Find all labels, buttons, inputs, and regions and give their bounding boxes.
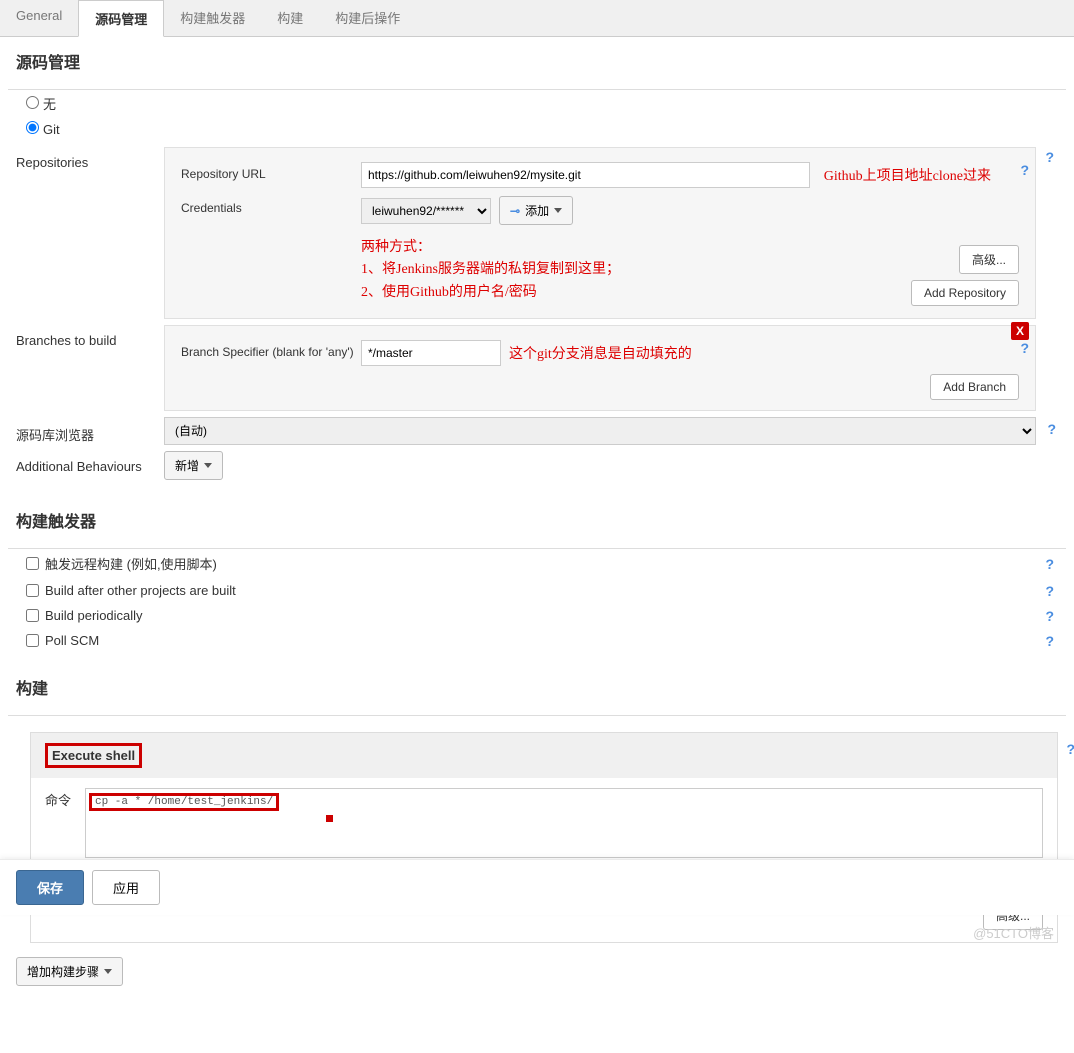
add-credentials-button[interactable]: 添加: [499, 196, 573, 225]
add-branch-button[interactable]: Add Branch: [930, 374, 1019, 400]
branch-panel: X ? Branch Specifier (blank for 'any') 这…: [164, 325, 1036, 411]
trigger-remote-label: 触发远程构建 (例如,使用脚本): [45, 554, 217, 573]
delete-branch-button[interactable]: X: [1011, 322, 1029, 340]
caret-down-icon: [104, 969, 112, 974]
save-button[interactable]: 保存: [16, 870, 84, 905]
add-repository-button[interactable]: Add Repository: [911, 280, 1019, 306]
command-textarea[interactable]: cp -a * /home/test_jenkins/: [85, 788, 1043, 858]
trigger-poll-checkbox[interactable]: [26, 634, 39, 647]
trigger-poll-label: Poll SCM: [45, 633, 99, 648]
credentials-select[interactable]: leiwuhen92/******: [361, 198, 491, 224]
execute-shell-title: Execute shell: [45, 743, 142, 768]
repository-panel: ? Repository URL Github上项目地址clone过来 Cred…: [164, 147, 1036, 319]
branch-specifier-label: Branch Specifier (blank for 'any'): [181, 340, 361, 359]
trigger-periodic-label: Build periodically: [45, 608, 143, 623]
scm-radio-git[interactable]: Git: [26, 122, 60, 137]
repo-browser-label: 源码库浏览器: [16, 417, 164, 444]
annotation-dot: [326, 815, 333, 822]
trigger-after-label: Build after other projects are built: [45, 583, 236, 598]
help-icon[interactable]: ?: [1020, 162, 1029, 178]
command-value: cp -a * /home/test_jenkins/: [89, 793, 279, 811]
trigger-section-title: 构建触发器: [16, 508, 1058, 532]
branch-specifier-input[interactable]: [361, 340, 501, 366]
key-icon: [510, 204, 520, 218]
help-icon[interactable]: ?: [1045, 583, 1054, 599]
add-build-step-button[interactable]: 增加构建步骤: [16, 957, 123, 986]
tab-trigger[interactable]: 构建触发器: [164, 0, 261, 36]
branches-label: Branches to build: [16, 325, 164, 348]
help-icon[interactable]: ?: [1020, 340, 1029, 356]
help-icon[interactable]: ?: [1047, 421, 1056, 437]
caret-down-icon: [554, 208, 562, 213]
repo-url-label: Repository URL: [181, 162, 361, 181]
help-icon[interactable]: ?: [1045, 556, 1054, 572]
tab-build[interactable]: 构建: [261, 0, 319, 36]
trigger-after-checkbox[interactable]: [26, 584, 39, 597]
config-tabs: General 源码管理 构建触发器 构建 构建后操作: [0, 0, 1074, 37]
help-icon[interactable]: ?: [1045, 633, 1054, 649]
trigger-remote-checkbox[interactable]: [26, 557, 39, 570]
credentials-label: Credentials: [181, 196, 361, 215]
add-behaviour-button[interactable]: 新增: [164, 451, 223, 480]
repo-browser-select[interactable]: (自动): [164, 417, 1036, 445]
bottom-bar: 保存 应用: [0, 859, 1074, 915]
help-icon[interactable]: ?: [1045, 149, 1054, 165]
help-icon[interactable]: ?: [1045, 608, 1054, 624]
annotation-repo-url: Github上项目地址clone过来: [824, 165, 991, 185]
scm-section-title: 源码管理: [16, 49, 1058, 73]
scm-radio-none[interactable]: 无: [26, 97, 56, 112]
tab-general[interactable]: General: [0, 0, 78, 36]
advanced-repo-button[interactable]: 高级...: [959, 245, 1019, 274]
repositories-label: Repositories: [16, 147, 164, 170]
caret-down-icon: [204, 463, 212, 468]
additional-behaviours-label: Additional Behaviours: [16, 451, 164, 474]
tab-post[interactable]: 构建后操作: [319, 0, 416, 36]
trigger-periodic-checkbox[interactable]: [26, 609, 39, 622]
apply-button[interactable]: 应用: [92, 870, 160, 905]
annotation-branch: 这个git分支消息是自动填充的: [509, 343, 692, 363]
help-icon[interactable]: ?: [1066, 741, 1074, 757]
build-section-title: 构建: [16, 675, 1058, 699]
command-label: 命令: [45, 788, 85, 858]
repo-url-input[interactable]: [361, 162, 810, 188]
tab-scm[interactable]: 源码管理: [78, 0, 164, 37]
